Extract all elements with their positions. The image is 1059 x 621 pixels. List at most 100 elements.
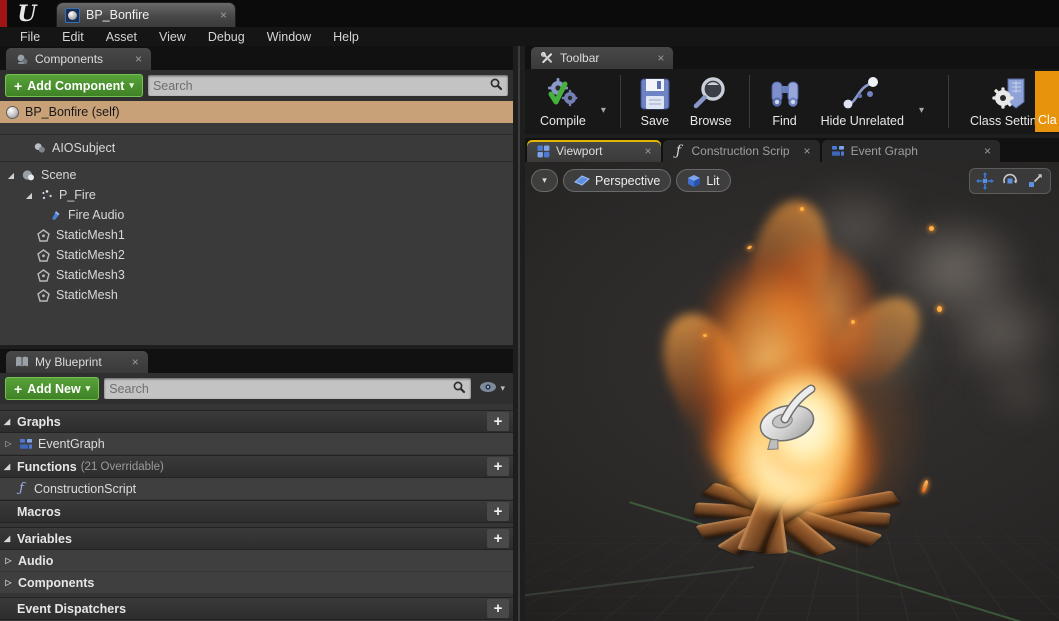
close-icon[interactable]: ×: [984, 145, 991, 157]
tree-row-scene[interactable]: ◢ Scene: [0, 165, 513, 185]
tree-row-self-selected[interactable]: BP_Bonfire (self): [0, 101, 513, 123]
eye-icon: [479, 381, 497, 396]
menu-asset[interactable]: Asset: [95, 30, 148, 44]
my-blueprint-search-box[interactable]: [104, 378, 471, 399]
components-search-input[interactable]: [153, 79, 489, 93]
functions-overridable-note: (21 Overridable): [81, 461, 164, 473]
hide-unrelated-options-dropdown[interactable]: ▾: [913, 105, 930, 116]
macros-section-header[interactable]: Macros +: [0, 500, 513, 523]
spark: [937, 306, 942, 312]
compile-options-dropdown[interactable]: ▾: [595, 105, 612, 116]
expanded-arrow-icon[interactable]: ◢: [4, 534, 13, 543]
compile-button[interactable]: Compile: [531, 71, 595, 132]
hide-unrelated-button[interactable]: Hide Unrelated: [812, 71, 913, 132]
event-graph-item[interactable]: ▷ EventGraph: [0, 433, 513, 455]
rotate-tool-button[interactable]: [999, 170, 1021, 192]
construction-script-item[interactable]: ƒ ConstructionScript: [0, 478, 513, 500]
expanded-arrow-icon[interactable]: ◢: [6, 171, 16, 180]
find-button[interactable]: Find: [758, 71, 812, 132]
close-icon[interactable]: ×: [804, 145, 811, 157]
tab-toolbar[interactable]: Toolbar ×: [531, 47, 673, 69]
graphs-section-header[interactable]: ◢ Graphs +: [0, 410, 513, 433]
plus-icon: +: [14, 78, 22, 94]
static-mesh-icon: [36, 228, 51, 243]
functions-section-header[interactable]: ◢ Functions (21 Overridable) +: [0, 455, 513, 478]
tree-row-staticmesh3[interactable]: StaticMesh3: [0, 265, 513, 285]
visibility-filter-button[interactable]: ▾: [476, 381, 508, 396]
perspective-button[interactable]: Perspective: [563, 169, 671, 192]
tab-construction-script[interactable]: ƒ Construction Scrip ×: [663, 140, 820, 162]
save-button[interactable]: Save: [629, 71, 681, 132]
save-label: Save: [641, 114, 670, 128]
close-icon[interactable]: ×: [644, 145, 651, 157]
variables-section-header[interactable]: ◢ Variables +: [0, 527, 513, 550]
menu-edit[interactable]: Edit: [51, 30, 95, 44]
panel-splitter[interactable]: [513, 46, 525, 621]
tab-event-graph[interactable]: Event Graph ×: [822, 140, 1000, 162]
window-tab-bar: U BP_Bonfire ×: [0, 0, 1059, 27]
viewport-icon: [536, 144, 550, 158]
tree-row-p-fire[interactable]: ◢ P_Fire: [0, 185, 513, 205]
class-defaults-button-clipped[interactable]: Cla: [1035, 71, 1059, 132]
static-mesh-icon: [36, 288, 51, 303]
scene-component-icon: [21, 168, 36, 183]
tree-row-fire-audio[interactable]: Fire Audio: [0, 205, 513, 225]
lit-button[interactable]: Lit: [676, 169, 730, 192]
my-blueprint-search-input[interactable]: [109, 382, 452, 396]
menu-bar: File Edit Asset View Debug Window Help: [0, 27, 1059, 46]
add-graph-button[interactable]: +: [487, 412, 509, 431]
tree-row-aiosubject[interactable]: AIOSubject: [0, 138, 513, 158]
event-dispatchers-section-header[interactable]: Event Dispatchers +: [0, 597, 513, 620]
expanded-arrow-icon[interactable]: ◢: [4, 462, 13, 471]
add-component-button[interactable]: + Add Component ▾: [5, 74, 143, 97]
add-function-button[interactable]: +: [487, 457, 509, 476]
menu-help[interactable]: Help: [322, 30, 370, 44]
close-icon[interactable]: ×: [220, 9, 227, 21]
my-blueprint-tab-strip: My Blueprint ×: [0, 349, 513, 373]
tools-icon: [540, 51, 554, 65]
add-variable-button[interactable]: +: [487, 529, 509, 548]
3d-viewport[interactable]: ▾ Perspective Lit: [525, 162, 1059, 621]
macros-header-label: Macros: [17, 505, 61, 519]
lit-label: Lit: [706, 174, 719, 188]
menu-file[interactable]: File: [9, 30, 51, 44]
scale-tool-button[interactable]: [1024, 170, 1046, 192]
collapsed-arrow-icon[interactable]: ▷: [4, 578, 13, 587]
smoke-plume: [965, 347, 1059, 437]
close-icon[interactable]: ×: [135, 53, 142, 65]
browse-button[interactable]: Browse: [681, 71, 741, 132]
chevron-down-icon: ▾: [129, 80, 134, 91]
viewport-options-button[interactable]: ▾: [531, 169, 558, 192]
tree-label: StaticMesh3: [56, 268, 125, 282]
close-icon[interactable]: ×: [657, 52, 664, 64]
self-row-label: BP_Bonfire (self): [25, 105, 119, 119]
tab-components[interactable]: Components ×: [6, 48, 151, 70]
translate-tool-button[interactable]: [974, 170, 996, 192]
tab-viewport[interactable]: Viewport ×: [527, 140, 661, 162]
add-macro-button[interactable]: +: [487, 502, 509, 521]
add-new-button[interactable]: + Add New ▾: [5, 377, 99, 400]
tab-my-blueprint[interactable]: My Blueprint ×: [6, 351, 148, 373]
tree-row-staticmesh[interactable]: StaticMesh: [0, 285, 513, 305]
tree-row-staticmesh2[interactable]: StaticMesh2: [0, 245, 513, 265]
close-icon[interactable]: ×: [132, 356, 139, 368]
tree-row-staticmesh1[interactable]: StaticMesh1: [0, 225, 513, 245]
add-event-dispatcher-button[interactable]: +: [487, 599, 509, 618]
expanded-arrow-icon[interactable]: ◢: [24, 191, 34, 200]
asset-tab-bp-bonfire[interactable]: BP_Bonfire ×: [56, 2, 236, 27]
graph-icon: [18, 436, 33, 451]
expanded-arrow-icon[interactable]: ◢: [4, 417, 13, 426]
variables-category-components[interactable]: ▷ Components: [0, 572, 513, 594]
variables-category-audio[interactable]: ▷ Audio: [0, 550, 513, 572]
menu-view[interactable]: View: [148, 30, 197, 44]
collapsed-arrow-icon[interactable]: ▷: [4, 439, 13, 448]
menu-window[interactable]: Window: [256, 30, 322, 44]
transform-tool-buttons: [969, 168, 1051, 194]
components-search-box[interactable]: [148, 75, 508, 96]
find-label: Find: [772, 114, 796, 128]
blueprint-self-icon: [6, 106, 19, 119]
menu-debug[interactable]: Debug: [197, 30, 256, 44]
collapsed-arrow-icon[interactable]: ▷: [4, 556, 13, 565]
class-defaults-label: Cla: [1038, 113, 1057, 127]
particle-sprite-gizmo[interactable]: [747, 367, 831, 459]
